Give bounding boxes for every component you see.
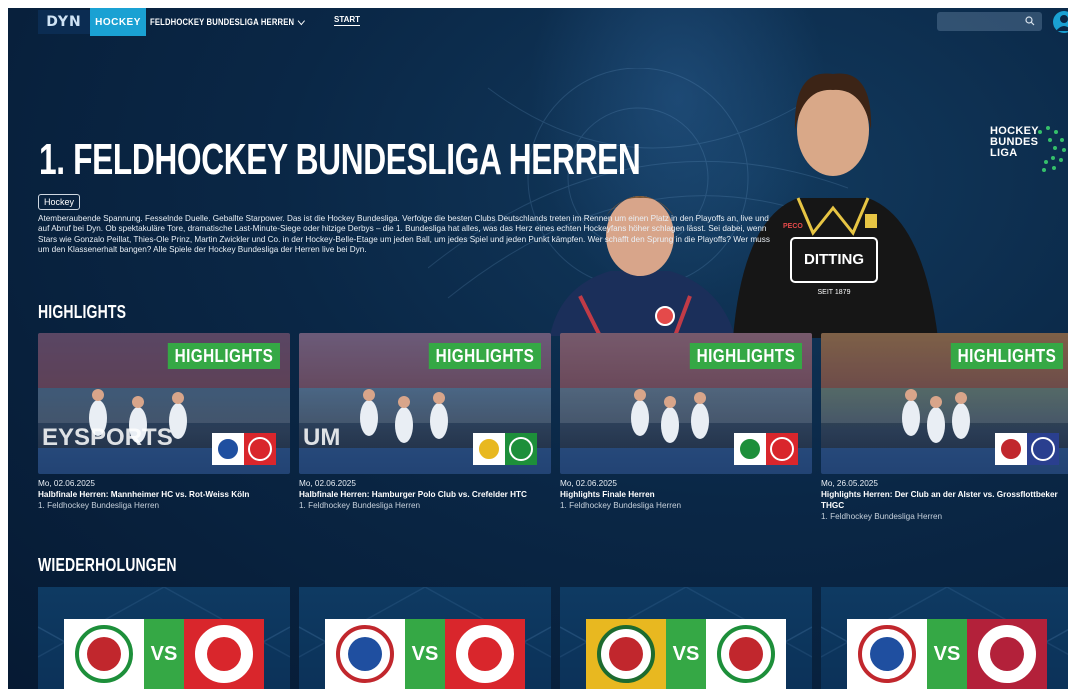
hero-description: Atemberaubende Spannung. Fesselnde Duell… <box>38 214 770 255</box>
replays-heading: WIEDERHOLUNGEN <box>38 555 177 575</box>
team-crests <box>995 433 1059 465</box>
away-team-logo <box>184 619 264 689</box>
replays-row: VS VS VS VS <box>38 587 1068 689</box>
team-crest-left <box>212 433 244 465</box>
team-crest-right <box>1027 433 1059 465</box>
away-team-logo <box>967 619 1047 689</box>
highlights-row: EYSPORTS HIGHLIGHTS Mo, 02.06.2025 Halbf… <box>38 333 1068 523</box>
team-crests <box>734 433 798 465</box>
highlight-thumbnail[interactable]: UM HIGHLIGHTS <box>299 333 551 474</box>
search-icon[interactable] <box>1025 16 1035 26</box>
highlight-card[interactable]: HIGHLIGHTS Mo, 02.06.2025 Highlights Fin… <box>560 333 812 523</box>
tab-hockey[interactable]: HOCKEY <box>90 8 146 36</box>
league-dropdown-label: FELDHOCKEY BUNDESLIGA HERREN <box>150 17 295 27</box>
category-tag[interactable]: Hockey <box>38 194 81 210</box>
vs-label: VS <box>144 619 184 689</box>
replay-card[interactable]: VS <box>821 587 1068 689</box>
highlights-badge: HIGHLIGHTS <box>428 343 541 369</box>
banner-text: UM <box>303 424 340 451</box>
player-image-male <box>550 196 735 336</box>
vs-label: VS <box>666 619 706 689</box>
home-team-logo <box>847 619 927 689</box>
banner-text: EYSPORTS <box>42 424 173 451</box>
vs-label: VS <box>405 619 445 689</box>
replay-card[interactable]: VS <box>38 587 290 689</box>
home-team-logo <box>586 619 666 689</box>
hockey-bundesliga-logo: HOCKEY BUNDES LIGA <box>986 118 1068 180</box>
highlight-date: Mo, 02.06.2025 <box>38 479 95 488</box>
matchup-graphic: VS <box>64 619 264 689</box>
highlight-title[interactable]: Halbfinale Herren: Hamburger Polo Club v… <box>299 489 551 500</box>
highlights-heading: HIGHLIGHTS <box>38 302 127 322</box>
highlight-subtitle: 1. Feldhockey Bundesliga Herren <box>299 501 421 510</box>
away-team-logo <box>706 619 786 689</box>
highlight-date: Mo, 02.06.2025 <box>560 479 617 488</box>
team-crest-left <box>995 433 1027 465</box>
highlight-card[interactable]: UM HIGHLIGHTS Mo, 02.06.2025 Halbfinale … <box>299 333 551 523</box>
search-box[interactable] <box>937 12 1042 32</box>
top-nav: DYN HOCKEY FELDHOCKEY BUNDESLIGA HERREN … <box>8 8 1068 36</box>
highlight-title[interactable]: Highlights Herren: Der Club an der Alste… <box>821 489 1068 511</box>
start-link[interactable]: START <box>334 15 361 26</box>
highlight-title[interactable]: Halbfinale Herren: Mannheimer HC vs. Rot… <box>38 489 290 500</box>
highlight-subtitle: 1. Feldhockey Bundesliga Herren <box>821 512 943 521</box>
player-image-female: DITTING SEIT 1879 PECO <box>733 73 938 338</box>
team-crest-left <box>473 433 505 465</box>
sponsor-subtext: SEIT 1879 <box>818 289 851 296</box>
team-crest-right <box>766 433 798 465</box>
away-team-logo <box>445 619 525 689</box>
team-crest-left <box>734 433 766 465</box>
highlights-badge: HIGHLIGHTS <box>950 343 1063 369</box>
matchup-graphic: VS <box>586 619 786 689</box>
replay-card[interactable]: VS <box>299 587 551 689</box>
league-dropdown[interactable]: FELDHOCKEY BUNDESLIGA HERREN <box>150 15 305 29</box>
home-team-logo <box>64 619 144 689</box>
highlight-subtitle: 1. Feldhockey Bundesliga Herren <box>560 501 682 510</box>
highlight-subtitle: 1. Feldhockey Bundesliga Herren <box>38 501 160 510</box>
vs-label: VS <box>927 619 967 689</box>
page-title: 1. FELDHOCKEY BUNDESLIGA HERREN <box>39 135 641 184</box>
highlights-badge: HIGHLIGHTS <box>689 343 802 369</box>
sponsor-text: DITTING <box>804 251 864 268</box>
matchup-graphic: VS <box>847 619 1047 689</box>
user-avatar-icon[interactable] <box>1053 11 1068 33</box>
highlight-thumbnail[interactable]: EYSPORTS HIGHLIGHTS <box>38 333 290 474</box>
highlight-thumbnail[interactable]: HIGHLIGHTS <box>560 333 812 474</box>
team-crest-right <box>505 433 537 465</box>
app-window: DYN HOCKEY FELDHOCKEY BUNDESLIGA HERREN … <box>8 8 1068 689</box>
team-crests <box>212 433 276 465</box>
highlight-title[interactable]: Highlights Finale Herren <box>560 489 812 500</box>
highlight-date: Mo, 26.05.2025 <box>821 479 878 488</box>
home-team-logo <box>325 619 405 689</box>
background-lines <box>428 68 848 299</box>
dyn-logo[interactable]: DYN <box>38 10 90 34</box>
highlight-card[interactable]: EYSPORTS HIGHLIGHTS Mo, 02.06.2025 Halbf… <box>38 333 290 523</box>
highlight-card[interactable]: HIGHLIGHTS Mo, 26.05.2025 Highlights Her… <box>821 333 1068 523</box>
chevron-down-icon <box>297 16 305 25</box>
team-crests <box>473 433 537 465</box>
matchup-graphic: VS <box>325 619 525 689</box>
replay-card[interactable]: VS <box>560 587 812 689</box>
shirt-brand-text: PECO <box>783 223 803 230</box>
highlight-date: Mo, 02.06.2025 <box>299 479 356 488</box>
team-crest-right <box>244 433 276 465</box>
highlights-badge: HIGHLIGHTS <box>167 343 280 369</box>
dots-globe-icon <box>1038 126 1066 172</box>
highlight-thumbnail[interactable]: HIGHLIGHTS <box>821 333 1068 474</box>
